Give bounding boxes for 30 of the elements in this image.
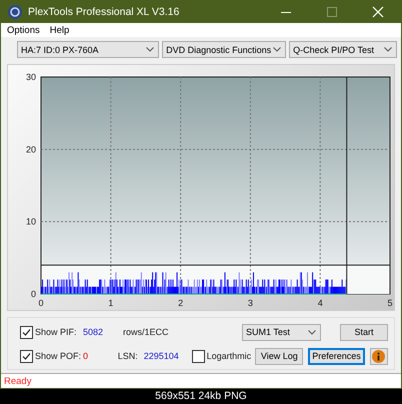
checkbox-label: Logarthmic: [206, 351, 252, 361]
menu-item[interactable]: Help: [50, 24, 70, 36]
checkbox-label: Show PIF:: [35, 327, 78, 337]
axis-tick-label: 3: [248, 298, 253, 308]
dropdown[interactable]: DVD Diagnostic Functions: [162, 41, 286, 58]
pif-value: 5082: [83, 327, 104, 337]
lsn-value: 2295104: [144, 351, 180, 361]
menu-item[interactable]: Options: [7, 24, 40, 36]
checkbox-label: Show POF:: [35, 351, 79, 361]
preferences-button[interactable]: Preferences: [308, 348, 365, 364]
lsn-label: LSN:: [118, 351, 138, 361]
axis-tick-label: 20: [26, 144, 36, 154]
unit-label: rows/1ECC: [123, 327, 169, 337]
axis-tick-label: 1: [108, 298, 114, 308]
window-title: PlexTools Professional XL V3.16: [28, 6, 180, 18]
axis-tick-label: 4: [318, 298, 323, 308]
start-button[interactable]: Start: [340, 324, 388, 340]
dropdown[interactable]: HA:7 ID:0 PX-760A: [17, 41, 160, 58]
image-caption: 569x551 24kb PNG: [155, 390, 247, 402]
axis-tick-label: 0: [38, 298, 44, 308]
axis-tick-label: 5: [388, 298, 392, 308]
test-dropdown[interactable]: SUM1 Test: [242, 324, 321, 340]
axis-tick-label: 2: [178, 298, 184, 308]
axis-tick-label: 30: [26, 72, 36, 82]
axis-tick-label: 10: [26, 216, 36, 227]
pof-value: 0: [83, 351, 90, 361]
dropdown[interactable]: Q-Check PI/PO Test: [289, 41, 397, 58]
status-text: Ready: [4, 376, 32, 386]
view-log-button[interactable]: View Log: [255, 348, 304, 364]
axis-tick-label: 0: [30, 289, 36, 299]
